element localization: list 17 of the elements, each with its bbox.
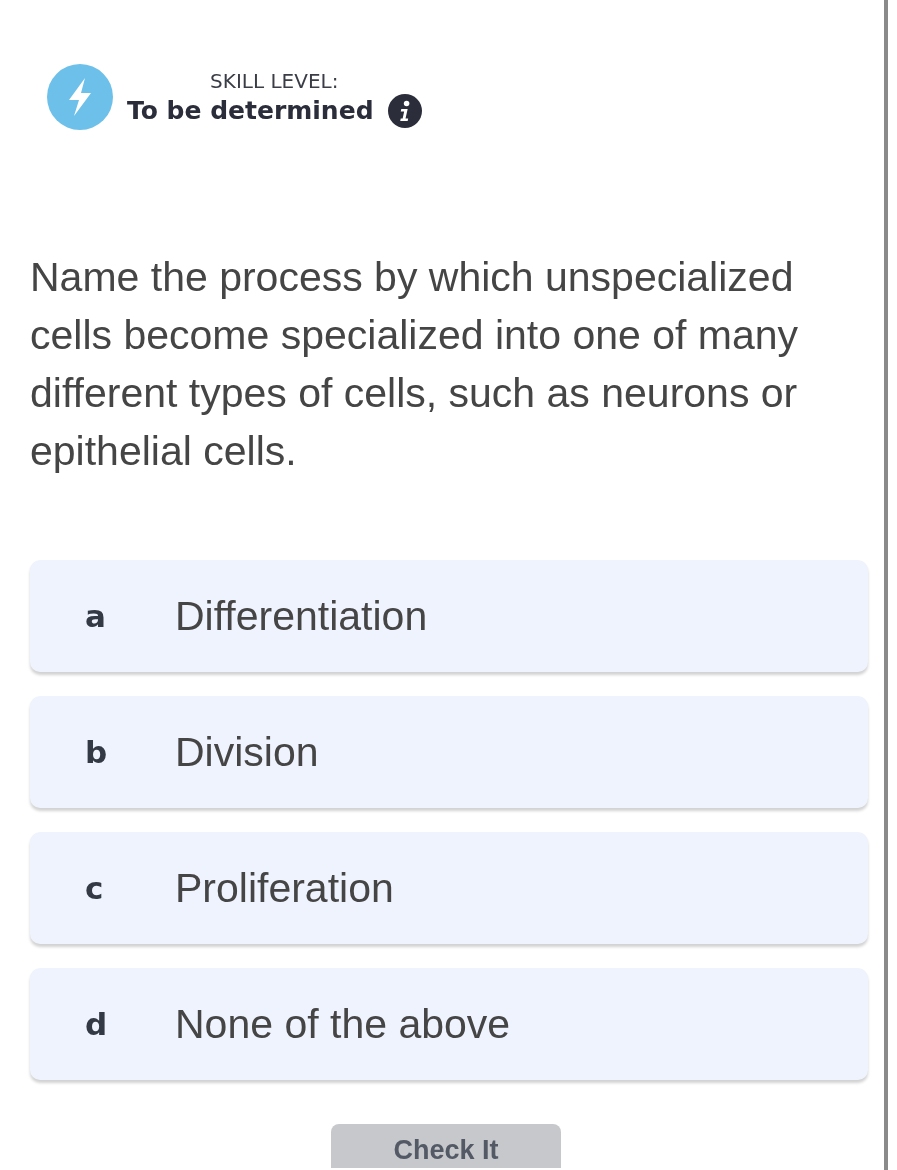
option-letter: b — [85, 734, 109, 770]
option-text: Division — [175, 728, 319, 776]
option-text: Differentiation — [175, 592, 428, 640]
option-text: Proliferation — [175, 864, 394, 912]
answer-option[interactable]: a Differentiation — [30, 560, 868, 672]
answer-option[interactable]: d None of the above — [30, 968, 868, 1080]
answer-option[interactable]: c Proliferation — [30, 832, 868, 944]
option-letter: c — [85, 870, 105, 906]
option-letter: d — [85, 1006, 109, 1042]
option-letter: a — [85, 598, 107, 634]
info-icon[interactable] — [387, 94, 422, 128]
answer-option[interactable]: b Division — [30, 696, 868, 808]
lightning-icon — [47, 64, 113, 130]
question-text: Name the process by which unspecialized cells become specialized into one of many different types of cells, such as neurons or epithelial cells. — [30, 253, 800, 476]
skill-level-value: To be determined — [127, 95, 374, 127]
skill-level-label: SKILL LEVEL: — [210, 68, 339, 94]
option-text: None of the above — [175, 1000, 511, 1048]
